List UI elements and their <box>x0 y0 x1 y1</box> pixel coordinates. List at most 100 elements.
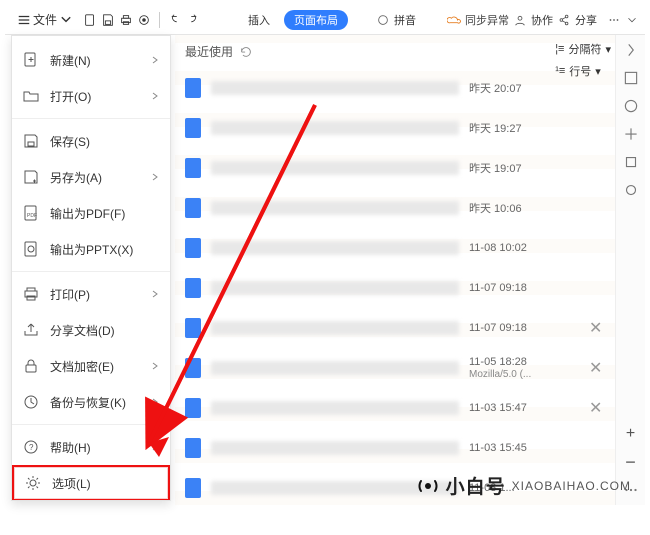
menu-print[interactable]: 打印(P) <box>12 276 170 312</box>
menu-new[interactable]: 新建(N) <box>12 42 170 78</box>
redo-icon[interactable] <box>186 13 200 27</box>
tab-layout[interactable]: 页面布局 <box>284 10 348 30</box>
file-name-blurred <box>211 81 459 95</box>
recent-files-panel: 最近使用 昨天 20:07 昨天 19:27 昨天 19:07 昨天 10:06 11-… <box>177 39 611 501</box>
close-icon[interactable]: ✕ <box>589 358 603 378</box>
menu-backup-label: 备份与恢复(K) <box>50 394 140 411</box>
save-icon[interactable] <box>101 13 115 27</box>
menu-help[interactable]: ? 帮助(H) <box>12 429 170 465</box>
file-name-blurred <box>211 281 459 295</box>
zoom-out-icon[interactable]: − <box>622 453 640 471</box>
user-icon <box>513 13 527 27</box>
expand-icon[interactable] <box>625 13 639 27</box>
file-name-blurred <box>211 321 459 335</box>
print-icon <box>22 285 40 303</box>
menu-backup[interactable]: 备份与恢复(K) <box>12 384 170 420</box>
menu-options-label: 选项(L) <box>52 475 158 492</box>
file-row[interactable]: 11-03 15:45 <box>177 428 611 468</box>
gear-icon <box>24 474 42 492</box>
document-icon <box>185 478 201 498</box>
file-row[interactable]: 昨天 19:27 <box>177 108 611 148</box>
document-icon <box>185 238 201 258</box>
print-icon[interactable] <box>119 13 133 27</box>
file-name-blurred <box>211 401 459 415</box>
sidebar-tool-5[interactable] <box>622 181 640 199</box>
document-icon <box>185 118 201 138</box>
menu-help-label: 帮助(H) <box>50 439 140 456</box>
menu-print-label: 打印(P) <box>50 286 140 303</box>
file-row[interactable]: 11-07 09:18 <box>177 268 611 308</box>
file-row[interactable]: 11-07 09:18✕ <box>177 308 611 348</box>
file-row[interactable]: 11-03 15:47 ✕ <box>177 388 611 428</box>
refresh-icon[interactable] <box>239 45 253 59</box>
save-as-icon <box>22 168 40 186</box>
hamburger-icon <box>17 13 31 27</box>
chevron-right-icon <box>150 289 160 299</box>
file-time: 11-03 15:47 <box>469 402 579 414</box>
file-time: 11-05 18:28Mozilla/5.0 (... <box>469 356 579 380</box>
coop-label[interactable]: 协作 <box>531 12 553 28</box>
menu-share-doc[interactable]: 分享文档(D) <box>12 312 170 348</box>
watermark: 小白号 XIAOBAIHAO.COM <box>416 472 631 499</box>
menu-new-label: 新建(N) <box>50 52 140 69</box>
file-time: 昨天 19:27 <box>469 120 579 136</box>
file-row[interactable]: 11-08 10:02 <box>177 228 611 268</box>
sidebar-tool-2[interactable] <box>622 97 640 115</box>
menu-export-pdf[interactable]: PDF 输出为PDF(F) <box>12 195 170 231</box>
new-doc-icon[interactable] <box>83 13 97 27</box>
sync-status[interactable]: 同步异常 <box>465 12 509 28</box>
file-time: 昨天 19:07 <box>469 160 579 176</box>
menu-share-doc-label: 分享文档(D) <box>50 322 160 339</box>
file-row[interactable]: 昨天 20:07 <box>177 68 611 108</box>
file-name-blurred <box>211 121 459 135</box>
top-toolbar: 文件 插入 页面布局 拼音 同步异常 协作 分享 <box>5 5 645 35</box>
document-icon <box>185 358 201 378</box>
menu-save-label: 保存(S) <box>50 133 160 150</box>
menu-open-label: 打开(O) <box>50 88 140 105</box>
close-icon[interactable]: ✕ <box>589 398 603 418</box>
undo-icon[interactable] <box>168 13 182 27</box>
chevron-right-icon <box>150 91 160 101</box>
zoom-in-icon[interactable]: + <box>622 425 640 443</box>
menu-encrypt[interactable]: 文档加密(E) <box>12 348 170 384</box>
new-icon <box>22 51 40 69</box>
sidebar-tool-4[interactable] <box>622 153 640 171</box>
hamburger-button[interactable]: 文件 <box>11 9 79 31</box>
pdf-icon: PDF <box>22 204 40 222</box>
help-icon: ? <box>22 438 40 456</box>
file-row[interactable]: 11-05 18:28Mozilla/5.0 (... ✕ <box>177 348 611 388</box>
menu-save[interactable]: 保存(S) <box>12 123 170 159</box>
menu-save-as-label: 另存为(A) <box>50 169 140 186</box>
document-icon <box>185 438 201 458</box>
menu-open[interactable]: 打开(O) <box>12 78 170 114</box>
svg-text:PDF: PDF <box>27 213 37 219</box>
tab-insert[interactable]: 插入 <box>238 10 280 30</box>
file-time: 昨天 10:06 <box>469 200 579 216</box>
file-menu: 新建(N) 打开(O) 保存(S) 另存为(A) PDF 输出为PDF(F) 输… <box>11 35 171 501</box>
save-icon <box>22 132 40 150</box>
menu-export-pdf-label: 输出为PDF(F) <box>50 205 160 222</box>
backup-icon <box>22 393 40 411</box>
sidebar-tool-1[interactable] <box>622 69 640 87</box>
file-time: 11-03 15:45 <box>469 442 579 454</box>
file-row[interactable]: 昨天 19:07 <box>177 148 611 188</box>
preview-icon[interactable] <box>137 13 151 27</box>
menu-export-pptx[interactable]: 输出为PPTX(X) <box>12 231 170 267</box>
close-icon[interactable]: ✕ <box>589 318 603 338</box>
recent-label: 最近使用 <box>185 43 233 60</box>
menu-options[interactable]: 选项(L) <box>12 465 170 501</box>
menu-save-as[interactable]: 另存为(A) <box>12 159 170 195</box>
lock-icon <box>22 357 40 375</box>
more-icon[interactable] <box>607 13 621 27</box>
ime-label[interactable]: 拼音 <box>394 12 416 28</box>
file-time: 昨天 20:07 <box>469 80 579 96</box>
collapse-right-icon[interactable] <box>622 41 640 59</box>
share-doc-icon <box>22 321 40 339</box>
chevron-right-icon <box>150 361 160 371</box>
share-label[interactable]: 分享 <box>575 12 597 28</box>
recent-files-header: 最近使用 <box>185 43 611 60</box>
file-name-blurred <box>211 201 459 215</box>
file-row[interactable]: 昨天 10:06 <box>177 188 611 228</box>
sidebar-tool-3[interactable] <box>622 125 640 143</box>
share-icon <box>557 13 571 27</box>
